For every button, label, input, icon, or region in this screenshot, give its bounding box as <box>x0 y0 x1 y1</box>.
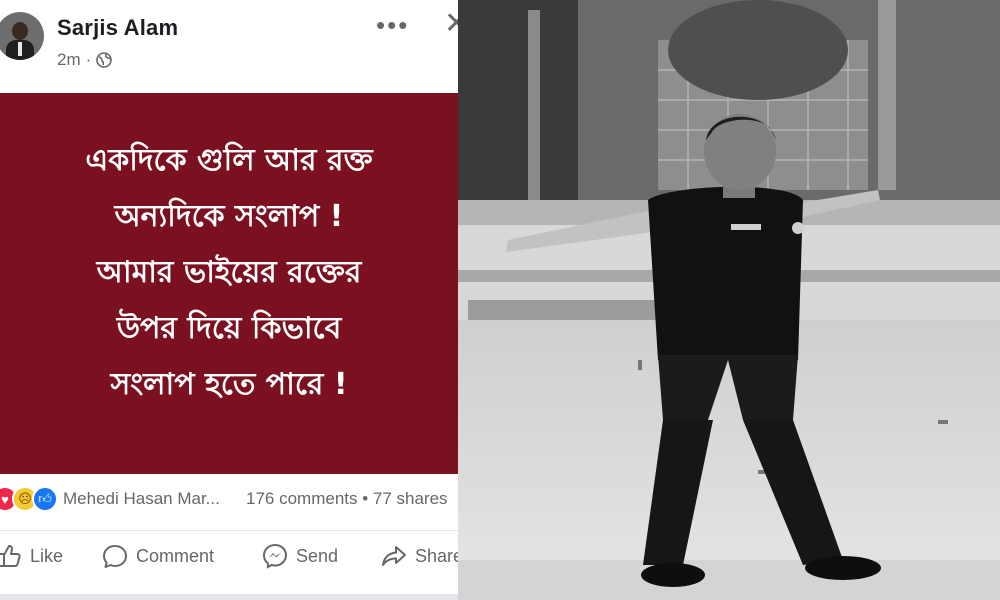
post-action-bar: Like Comment Send Share <box>0 530 458 587</box>
messenger-icon <box>262 543 288 569</box>
banner-line: একদিকে গুলি আর রক্ত <box>85 143 373 178</box>
reactor-name[interactable]: Mehedi Hasan Mar... <box>63 489 220 509</box>
post-header: Sarjis Alam 2m · ••• ✕ <box>0 0 458 92</box>
banner-text: একদিকে গুলি আর রক্ত অন্যদিকে সংলাপ ! আমা… <box>0 133 458 413</box>
reaction-summary[interactable]: ♥ ☹ 👍︎ <box>0 486 58 512</box>
post-meta: 2m · <box>57 50 113 70</box>
banner-line: অন্যদিকে সংলাপ ! <box>114 199 344 234</box>
comment-icon <box>103 545 127 568</box>
post-stats: ♥ ☹ 👍︎ Mehedi Hasan Mar... 176 comments … <box>0 482 458 516</box>
banner-line: আমার ভাইয়ের রক্তের <box>96 255 362 290</box>
banner-line: সংলাপ হতে পারে ! <box>110 367 348 402</box>
post-text-banner: একদিকে গুলি আর রক্ত অন্যদিকে সংলাপ ! আমা… <box>0 93 458 474</box>
share-icon <box>382 546 406 566</box>
send-label: Send <box>296 545 339 566</box>
close-icon[interactable]: ✕ <box>444 6 458 41</box>
like-reaction-icon: 👍︎ <box>32 486 58 512</box>
post-time[interactable]: 2m <box>57 50 81 70</box>
comment-label: Comment <box>136 545 215 566</box>
like-label: Like <box>30 545 64 566</box>
banner-line: উপর দিয়ে কিভাবে <box>116 311 342 346</box>
comment-button[interactable]: Comment <box>102 543 214 569</box>
author-avatar[interactable] <box>0 12 44 60</box>
globe-icon <box>96 52 113 68</box>
send-button[interactable]: Send <box>262 543 338 569</box>
news-photo <box>458 0 1000 600</box>
share-button[interactable]: Share <box>381 543 458 569</box>
author-name[interactable]: Sarjis Alam <box>57 15 178 41</box>
like-icon <box>0 545 21 567</box>
share-label: Share <box>415 545 458 566</box>
comment-share-counts[interactable]: 176 comments • 77 shares <box>246 489 448 509</box>
facebook-post: Sarjis Alam 2m · ••• ✕ একদিকে গুলি আর রক… <box>0 0 458 600</box>
more-options-icon[interactable]: ••• <box>376 10 409 41</box>
photo-scene <box>458 0 1000 600</box>
divider <box>0 594 458 600</box>
like-button[interactable]: Like <box>0 543 63 569</box>
